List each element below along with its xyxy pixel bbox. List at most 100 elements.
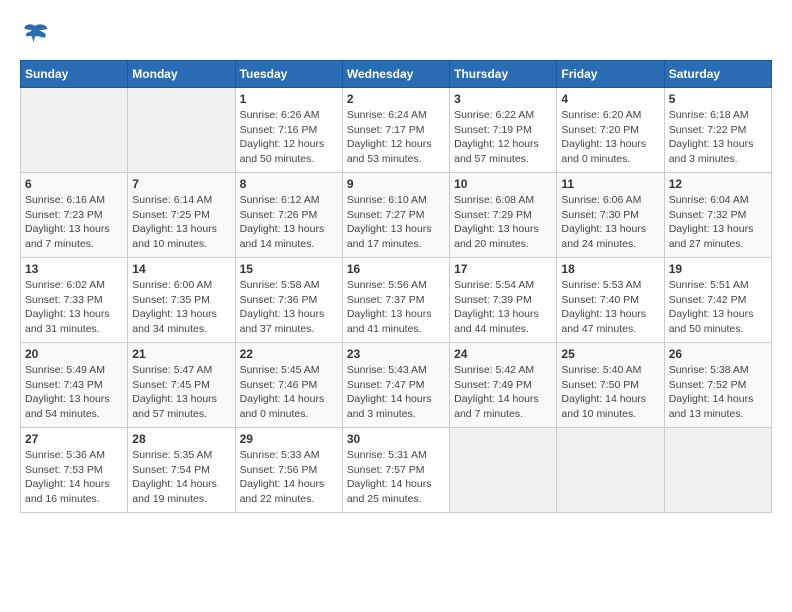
calendar-cell: 16 Sunrise: 5:56 AM Sunset: 7:37 PM Dayli… — [342, 258, 449, 343]
day-number: 27 — [25, 432, 123, 446]
calendar-cell: 10Sunrise: 6:08 AM Sunset: 7:29 PM Dayli… — [450, 173, 557, 258]
day-number: 25 — [561, 347, 659, 361]
calendar-cell: 28Sunrise: 5:35 AM Sunset: 7:54 PM Dayli… — [128, 428, 235, 513]
calendar-week-row: 27 Sunrise: 5:36 AM Sunset: 7:53 PM Dayli… — [21, 428, 772, 513]
weekday-header-sunday: Sunday — [21, 61, 128, 88]
day-number: 24 — [454, 347, 552, 361]
day-info: Sunrise: 6:16 AM Sunset: 7:23 PM Dayligh… — [25, 193, 123, 252]
calendar-cell: 5Sunrise: 6:18 AM Sunset: 7:22 PM Daylig… — [664, 88, 771, 173]
day-number: 10 — [454, 177, 552, 191]
calendar-cell: 12Sunrise: 6:04 AM Sunset: 7:32 PM Dayli… — [664, 173, 771, 258]
day-info: Sunrise: 6:02 AM Sunset: 7:33 PM Dayligh… — [25, 278, 123, 337]
day-info: Sunrise: 6:06 AM Sunset: 7:30 PM Dayligh… — [561, 193, 659, 252]
calendar-cell: 21 Sunrise: 5:47 AM Sunset: 7:45 PM Dayli… — [128, 343, 235, 428]
weekday-header-row: SundayMondayTuesdayWednesdayThursdayFrid… — [21, 61, 772, 88]
day-info: Sunrise: 5:31 AM Sunset: 7:57 PM Dayligh… — [347, 448, 445, 507]
calendar-header: SundayMondayTuesdayWednesdayThursdayFrid… — [21, 61, 772, 88]
weekday-header-friday: Friday — [557, 61, 664, 88]
day-info: Sunrise: 6:18 AM Sunset: 7:22 PM Dayligh… — [669, 108, 767, 167]
calendar-cell: 1 Sunrise: 6:26 AM Sunset: 7:16 PM Daylig… — [235, 88, 342, 173]
day-info: Sunrise: 5:47 AM Sunset: 7:45 PM Dayligh… — [132, 363, 230, 422]
day-number: 30 — [347, 432, 445, 446]
day-number: 7 — [132, 177, 230, 191]
weekday-header-wednesday: Wednesday — [342, 61, 449, 88]
day-info: Sunrise: 5:49 AM Sunset: 7:43 PM Dayligh… — [25, 363, 123, 422]
day-info: Sunrise: 6:24 AM Sunset: 7:17 PM Dayligh… — [347, 108, 445, 167]
page-header — [20, 20, 772, 50]
day-number: 19 — [669, 262, 767, 276]
calendar-week-row: 20 Sunrise: 5:49 AM Sunset: 7:43 PM Dayli… — [21, 343, 772, 428]
calendar-cell: 3 Sunrise: 6:22 AM Sunset: 7:19 PM Daylig… — [450, 88, 557, 173]
day-info: Sunrise: 6:10 AM Sunset: 7:27 PM Dayligh… — [347, 193, 445, 252]
day-info: Sunrise: 6:00 AM Sunset: 7:35 PM Dayligh… — [132, 278, 230, 337]
calendar-cell — [450, 428, 557, 513]
day-info: Sunrise: 6:20 AM Sunset: 7:20 PM Dayligh… — [561, 108, 659, 167]
day-info: Sunrise: 5:43 AM Sunset: 7:47 PM Dayligh… — [347, 363, 445, 422]
day-info: Sunrise: 6:26 AM Sunset: 7:16 PM Dayligh… — [240, 108, 338, 167]
weekday-header-tuesday: Tuesday — [235, 61, 342, 88]
day-info: Sunrise: 5:38 AM Sunset: 7:52 PM Dayligh… — [669, 363, 767, 422]
day-info: Sunrise: 5:56 AM Sunset: 7:37 PM Dayligh… — [347, 278, 445, 337]
calendar-table: SundayMondayTuesdayWednesdayThursdayFrid… — [20, 60, 772, 513]
calendar-cell: 15 Sunrise: 5:58 AM Sunset: 7:36 PM Dayli… — [235, 258, 342, 343]
calendar-cell: 6 Sunrise: 6:16 AM Sunset: 7:23 PM Daylig… — [21, 173, 128, 258]
day-info: Sunrise: 6:12 AM Sunset: 7:26 PM Dayligh… — [240, 193, 338, 252]
logo-bird-icon — [20, 20, 50, 50]
calendar-cell: 24 Sunrise: 5:42 AM Sunset: 7:49 PM Dayli… — [450, 343, 557, 428]
day-number: 12 — [669, 177, 767, 191]
weekday-header-thursday: Thursday — [450, 61, 557, 88]
logo — [20, 20, 56, 50]
calendar-cell: 13 Sunrise: 6:02 AM Sunset: 7:33 PM Dayli… — [21, 258, 128, 343]
calendar-cell: 30 Sunrise: 5:31 AM Sunset: 7:57 PM Dayli… — [342, 428, 449, 513]
day-number: 18 — [561, 262, 659, 276]
day-info: Sunrise: 5:35 AM Sunset: 7:54 PM Dayligh… — [132, 448, 230, 507]
calendar-cell: 2 Sunrise: 6:24 AM Sunset: 7:17 PM Daylig… — [342, 88, 449, 173]
day-number: 11 — [561, 177, 659, 191]
calendar-cell: 14 Sunrise: 6:00 AM Sunset: 7:35 PM Dayli… — [128, 258, 235, 343]
calendar-week-row: 6 Sunrise: 6:16 AM Sunset: 7:23 PM Daylig… — [21, 173, 772, 258]
day-info: Sunrise: 5:54 AM Sunset: 7:39 PM Dayligh… — [454, 278, 552, 337]
day-number: 2 — [347, 92, 445, 106]
day-info: Sunrise: 5:58 AM Sunset: 7:36 PM Dayligh… — [240, 278, 338, 337]
day-number: 26 — [669, 347, 767, 361]
day-number: 23 — [347, 347, 445, 361]
day-number: 29 — [240, 432, 338, 446]
day-number: 8 — [240, 177, 338, 191]
day-number: 15 — [240, 262, 338, 276]
day-number: 4 — [561, 92, 659, 106]
calendar-cell: 29Sunrise: 5:33 AM Sunset: 7:56 PM Dayli… — [235, 428, 342, 513]
day-number: 1 — [240, 92, 338, 106]
calendar-cell — [664, 428, 771, 513]
calendar-cell: 8 Sunrise: 6:12 AM Sunset: 7:26 PM Daylig… — [235, 173, 342, 258]
calendar-cell: 23 Sunrise: 5:43 AM Sunset: 7:47 PM Dayli… — [342, 343, 449, 428]
calendar-cell: 19Sunrise: 5:51 AM Sunset: 7:42 PM Dayli… — [664, 258, 771, 343]
calendar-cell — [21, 88, 128, 173]
day-info: Sunrise: 5:45 AM Sunset: 7:46 PM Dayligh… — [240, 363, 338, 422]
day-number: 3 — [454, 92, 552, 106]
calendar-cell: 20 Sunrise: 5:49 AM Sunset: 7:43 PM Dayli… — [21, 343, 128, 428]
day-info: Sunrise: 5:36 AM Sunset: 7:53 PM Dayligh… — [25, 448, 123, 507]
day-info: Sunrise: 5:40 AM Sunset: 7:50 PM Dayligh… — [561, 363, 659, 422]
day-info: Sunrise: 6:22 AM Sunset: 7:19 PM Dayligh… — [454, 108, 552, 167]
day-number: 14 — [132, 262, 230, 276]
calendar-cell: 18Sunrise: 5:53 AM Sunset: 7:40 PM Dayli… — [557, 258, 664, 343]
day-number: 17 — [454, 262, 552, 276]
day-info: Sunrise: 6:14 AM Sunset: 7:25 PM Dayligh… — [132, 193, 230, 252]
calendar-cell: 4 Sunrise: 6:20 AM Sunset: 7:20 PM Daylig… — [557, 88, 664, 173]
day-number: 21 — [132, 347, 230, 361]
calendar-cell: 11 Sunrise: 6:06 AM Sunset: 7:30 PM Dayli… — [557, 173, 664, 258]
calendar-cell — [128, 88, 235, 173]
weekday-header-monday: Monday — [128, 61, 235, 88]
day-number: 13 — [25, 262, 123, 276]
calendar-cell: 27 Sunrise: 5:36 AM Sunset: 7:53 PM Dayli… — [21, 428, 128, 513]
calendar-body: 1 Sunrise: 6:26 AM Sunset: 7:16 PM Daylig… — [21, 88, 772, 513]
day-number: 6 — [25, 177, 123, 191]
calendar-week-row: 13 Sunrise: 6:02 AM Sunset: 7:33 PM Dayli… — [21, 258, 772, 343]
calendar-cell: 25 Sunrise: 5:40 AM Sunset: 7:50 PM Dayli… — [557, 343, 664, 428]
day-number: 20 — [25, 347, 123, 361]
calendar-cell — [557, 428, 664, 513]
calendar-week-row: 1 Sunrise: 6:26 AM Sunset: 7:16 PM Daylig… — [21, 88, 772, 173]
day-number: 16 — [347, 262, 445, 276]
calendar-cell: 22Sunrise: 5:45 AM Sunset: 7:46 PM Dayli… — [235, 343, 342, 428]
day-info: Sunrise: 5:42 AM Sunset: 7:49 PM Dayligh… — [454, 363, 552, 422]
